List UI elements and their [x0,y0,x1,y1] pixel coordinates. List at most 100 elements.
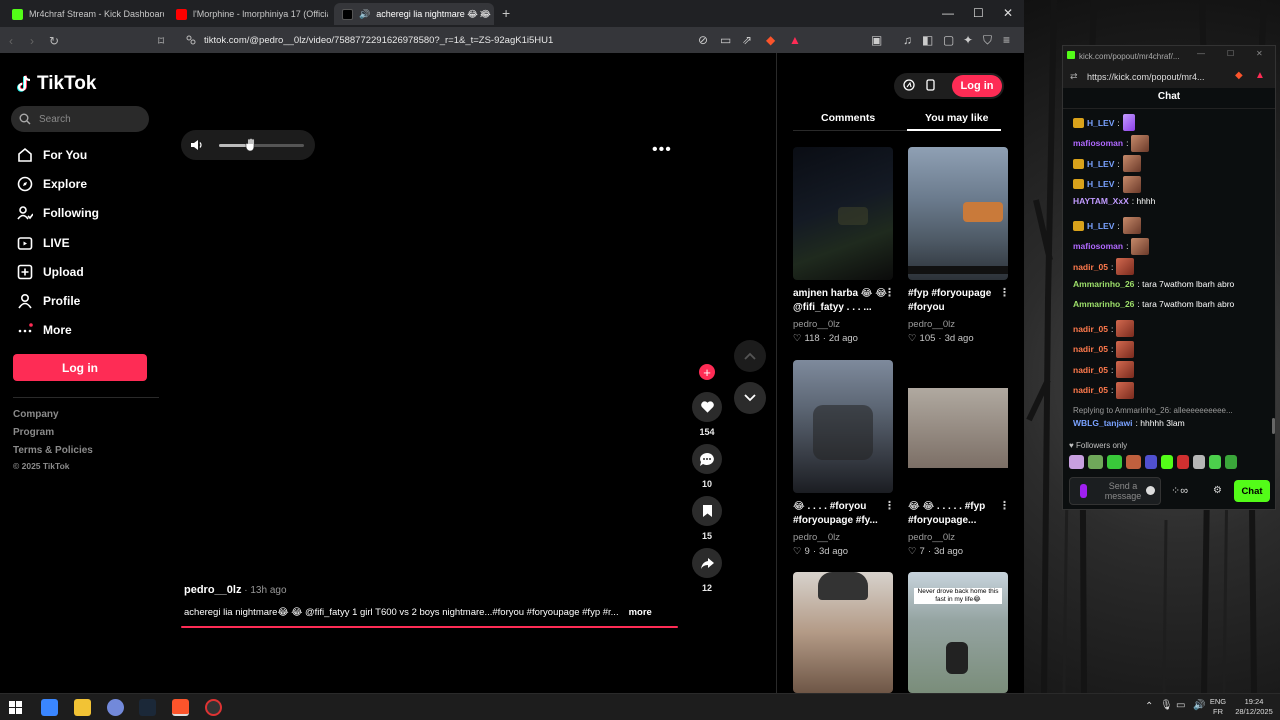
chat-username[interactable]: Ammarinho_26 [1073,279,1134,289]
minimize-icon[interactable]: — [1197,49,1205,58]
search-input[interactable]: Search [11,106,149,132]
chat-username[interactable]: nadir_05 [1073,365,1108,375]
chat-username[interactable]: Ammarinho_26 [1073,299,1134,309]
tray-chevron-icon[interactable]: ⌃ [1145,701,1153,712]
card-title[interactable]: 😂 😂 . . . . . #fyp #foryoupage... [908,500,1013,528]
url-field[interactable]: tiktok.com/@pedro__0lz/video/75887722916… [178,31,758,50]
microphone-icon[interactable]: 🎙 [1160,700,1173,711]
next-video-button[interactable] [734,382,766,414]
video-thumbnail[interactable] [793,147,893,280]
emote-icon[interactable] [1107,455,1122,469]
emote-icon[interactable] [1225,455,1237,469]
wallet-icon[interactable]: ▢ [943,33,954,47]
emote-icon[interactable] [1088,455,1103,469]
tab-youtube[interactable]: l'Morphine - lmorphiniya 17 (Official [168,3,328,25]
popout-address-bar[interactable]: ⇄ https://kick.com/popout/mr4... ◆ ▲ [1063,66,1275,88]
emote-icon[interactable] [1161,455,1173,469]
card-menu-icon[interactable]: ⋮ [884,286,895,299]
chat-username[interactable]: nadir_05 [1073,344,1108,354]
card-title[interactable]: #fyp #foryoupage #foryou [908,287,1013,315]
card-author[interactable]: pedro__0lz [908,532,955,543]
chat-username[interactable]: nadir_05 [1073,385,1108,395]
tab-kick-dashboard[interactable]: Mr4chraf Stream - Kick Dashboard [4,3,164,25]
program-link[interactable]: Program [13,427,54,438]
nav-more[interactable]: More [16,321,72,338]
speaker-icon[interactable] [190,139,203,151]
tab-tiktok[interactable]: 🔊 acheregi lia nightmare 😂 😂 ✕ [334,3,494,25]
terms-link[interactable]: Terms & Policies [13,445,93,456]
paint-icon[interactable]: ⁘∞ [1171,484,1188,497]
nav-for-you[interactable]: For You [16,146,87,163]
new-tab-icon[interactable]: + [502,5,510,21]
brave-shield-icon[interactable]: ◆ [1235,70,1243,81]
maximize-icon[interactable]: ☐ [973,6,984,20]
settings-gear-icon[interactable]: ⚙ [1213,485,1222,496]
card-menu-icon[interactable]: ⋮ [884,499,895,512]
chat-username[interactable]: mafiosoman [1073,241,1123,251]
previous-video-button[interactable] [734,340,766,372]
maximize-icon[interactable]: ☐ [1227,49,1234,58]
chat-message-input[interactable]: Send a message [1069,477,1161,505]
video-thumbnail[interactable] [908,147,1008,280]
leo-ai-icon[interactable]: ✦ [963,33,973,47]
company-link[interactable]: Company [13,409,59,420]
chat-username[interactable]: mafiosoman [1073,138,1123,148]
language-indicator[interactable]: ENG FR [1206,697,1230,717]
like-button[interactable] [692,392,722,422]
close-window-icon[interactable]: ✕ [1003,6,1013,20]
caption-more-link[interactable]: more [629,607,652,618]
store-icon[interactable] [41,699,58,716]
follow-plus-icon[interactable]: + [699,364,715,380]
bookmark-icon[interactable]: ⌑ [158,34,164,48]
brave-shield-icon[interactable]: ◆ [766,33,775,47]
obs-icon[interactable] [205,699,222,716]
nav-upload[interactable]: Upload [16,263,84,280]
card-title[interactable]: amjnen harba 😂 😂@fifi_fatyy . . . ... [793,287,898,315]
network-icon[interactable]: ▭ [1176,700,1185,711]
emote-icon[interactable] [1069,455,1084,469]
media-icon[interactable]: ♫ [903,33,912,47]
volume-icon[interactable]: 🔊 [1193,700,1205,711]
coins-button[interactable] [898,74,920,96]
video-author[interactable]: pedro__0lz · 13h ago [184,584,287,596]
brave-browser-icon[interactable] [172,699,189,716]
brave-rewards-icon[interactable]: ▲ [1255,70,1265,81]
send-chat-button[interactable]: Chat [1234,480,1270,502]
share-button[interactable] [692,548,722,578]
card-title[interactable]: 😂 . . . . #foryou #foryoupage #fy... [793,500,898,528]
site-info-icon[interactable] [186,35,196,45]
steam-icon[interactable] [139,699,156,716]
close-tab-icon[interactable]: ✕ [479,8,488,21]
video-thumbnail[interactable] [908,360,1008,493]
share-icon[interactable]: ⇗ [742,33,752,47]
video-progress-bar[interactable] [181,626,678,628]
chat-username[interactable]: HAYTAM_XxX [1073,196,1129,206]
cast-icon[interactable]: ▭ [720,33,731,47]
chat-username[interactable]: nadir_05 [1073,324,1108,334]
login-button[interactable]: Log in [13,354,147,381]
card-author[interactable]: pedro__0lz [793,532,840,543]
brave-rewards-icon[interactable]: ▲ [789,33,801,47]
forward-icon[interactable]: › [30,34,34,48]
chat-scrollbar[interactable] [1272,418,1275,434]
emote-icon[interactable] [1193,455,1205,469]
emoji-icon[interactable] [1146,486,1155,495]
hand-cursor-icon[interactable] [245,138,257,152]
video-thumbnail[interactable]: Never drove back home this fast in my li… [908,572,1008,693]
card-menu-icon[interactable]: ⋮ [999,286,1010,299]
menu-icon[interactable]: ≡ [1003,33,1010,47]
emote-icon[interactable] [1177,455,1189,469]
comment-button[interactable] [692,444,722,474]
tab-you-may-like[interactable]: You may like [925,112,988,124]
video-thumbnail[interactable] [793,572,893,693]
nav-following[interactable]: Following [16,204,99,221]
get-app-button[interactable] [919,74,941,96]
site-info-icon[interactable]: ⇄ [1070,71,1078,82]
emote-icon[interactable] [1145,455,1157,469]
clock[interactable]: 19:24 28/12/2025 [1230,697,1278,717]
chat-username[interactable]: WBLG_tanjawi [1073,418,1133,428]
tiktok-logo[interactable]: TikTok [16,73,96,95]
back-icon[interactable]: ‹ [9,34,13,48]
card-author[interactable]: pedro__0lz [908,319,955,330]
minimize-icon[interactable]: — [942,6,954,20]
